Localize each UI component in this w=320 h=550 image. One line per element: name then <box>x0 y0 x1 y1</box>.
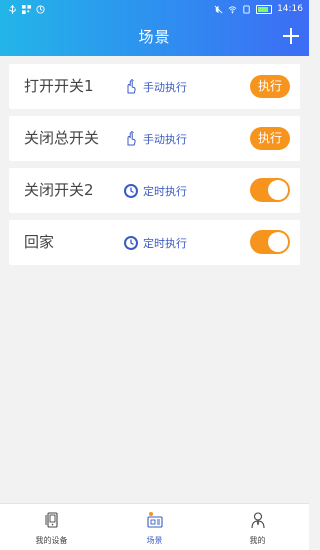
mute-icon <box>214 5 223 13</box>
scene-name: 回家 <box>24 233 55 251</box>
clock-icon <box>124 183 138 198</box>
scene-name: 关闭总开关 <box>24 129 100 147</box>
scene-card[interactable]: 关闭开关2 定时执行 <box>9 168 300 213</box>
scene-mode-label: 定时执行 <box>143 236 187 250</box>
nav-label: 我的 <box>249 536 266 545</box>
app-screen: 14:16 场景 打开开关1 手动执行 执行 关闭总开关 手动执行 执行 关闭开… <box>0 0 309 550</box>
toggle-knob <box>268 232 288 252</box>
add-scene-button[interactable] <box>281 26 301 46</box>
status-right: 14:16 <box>214 0 303 18</box>
battery-icon <box>256 4 273 14</box>
scene-mode: 手动执行 <box>123 64 187 109</box>
scene-mode-label: 手动执行 <box>143 132 187 146</box>
usb-icon <box>9 4 16 14</box>
hand-icon <box>127 78 136 93</box>
scene-card[interactable]: 打开开关1 手动执行 执行 <box>9 64 300 109</box>
execute-button[interactable]: 执行 <box>250 75 290 98</box>
title-bar: 场景 <box>0 18 309 56</box>
profile-icon <box>250 512 265 529</box>
sync-icon <box>36 4 45 14</box>
nav-item-me[interactable]: 我的 <box>206 504 309 550</box>
scene-icon <box>146 512 163 528</box>
execute-button[interactable]: 执行 <box>250 127 290 150</box>
qr-icon <box>22 4 31 14</box>
nav-label: 我的设备 <box>35 536 68 545</box>
nav-item-my-devices[interactable]: 我的设备 <box>0 504 103 550</box>
scene-card[interactable]: 回家 定时执行 <box>9 220 300 265</box>
scene-mode: 定时执行 <box>123 168 187 213</box>
scene-mode-label: 定时执行 <box>143 184 187 198</box>
clock-icon <box>124 235 138 250</box>
scene-mode: 手动执行 <box>123 116 187 161</box>
status-time: 14:16 <box>277 4 303 14</box>
page-title: 场景 <box>138 28 171 46</box>
scene-card[interactable]: 关闭总开关 手动执行 执行 <box>9 116 300 161</box>
header: 14:16 场景 <box>0 0 309 56</box>
wifi-icon <box>228 5 237 13</box>
scene-list: 打开开关1 手动执行 执行 关闭总开关 手动执行 执行 关闭开关2 定时执行 回… <box>9 64 300 272</box>
schedule-toggle[interactable] <box>250 178 290 202</box>
hand-icon <box>127 130 136 145</box>
scene-mode: 定时执行 <box>123 220 187 265</box>
nav-item-scenes[interactable]: 场景 <box>103 504 206 550</box>
sim-icon <box>243 4 250 14</box>
schedule-toggle[interactable] <box>250 230 290 254</box>
toggle-knob <box>268 180 288 200</box>
bottom-nav: 我的设备 场景 我的 <box>0 503 309 550</box>
scene-name: 打开开关1 <box>24 77 94 95</box>
status-left <box>8 0 45 18</box>
nav-label: 场景 <box>146 536 163 545</box>
device-icon <box>45 512 58 528</box>
status-bar: 14:16 <box>0 0 309 18</box>
scene-name: 关闭开关2 <box>24 181 94 199</box>
scene-mode-label: 手动执行 <box>143 80 187 94</box>
